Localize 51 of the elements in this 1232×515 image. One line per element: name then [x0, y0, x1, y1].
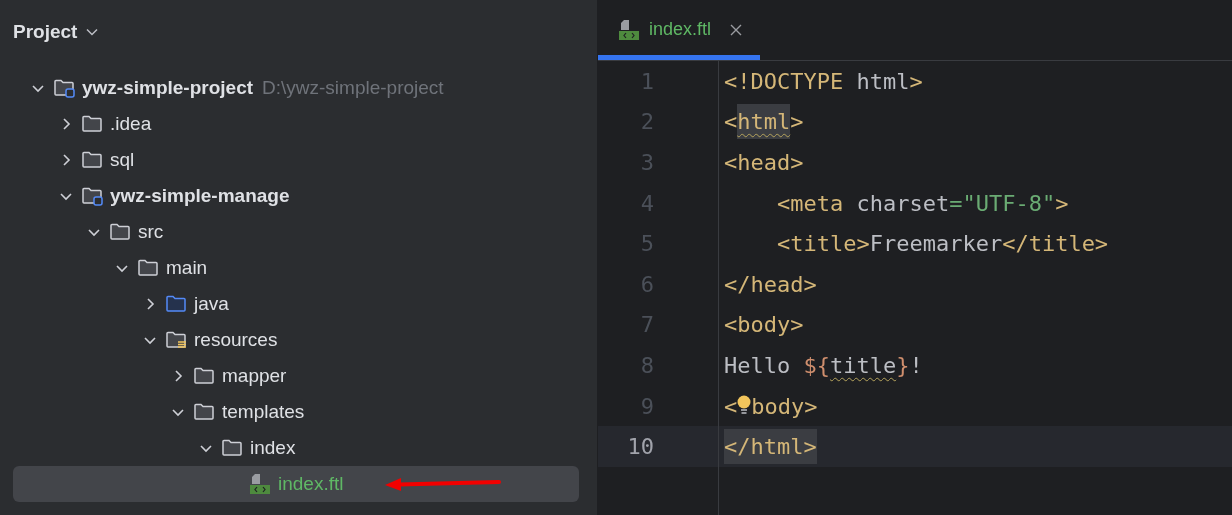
resources-folder-icon: [165, 329, 187, 351]
tree-item[interactable]: index: [13, 430, 579, 466]
folder-icon: [109, 221, 131, 243]
code-line: </head>: [724, 270, 817, 299]
item-label: index.ftl: [278, 473, 344, 495]
tree-item[interactable]: ywz-simple-manage: [13, 178, 579, 214]
item-label: main: [166, 257, 208, 279]
module-folder-icon: [53, 77, 75, 99]
path-hint: D:\ywz-simple-project: [262, 77, 444, 99]
code-line: <head>: [724, 149, 804, 177]
tree-item[interactable]: resources: [13, 322, 579, 358]
file-icon: [249, 473, 271, 495]
tree-item[interactable]: sql: [13, 142, 579, 178]
chevron-down-icon[interactable]: [86, 28, 99, 36]
item-label: resources: [194, 329, 278, 351]
item-label: mapper: [222, 365, 287, 387]
panel-title[interactable]: Project: [13, 21, 78, 43]
close-icon[interactable]: [730, 23, 743, 36]
item-label: src: [138, 221, 164, 243]
tree-item[interactable]: index.ftl: [13, 466, 579, 502]
tree-item[interactable]: mapper: [13, 358, 579, 394]
tree-item[interactable]: .idea: [13, 106, 579, 142]
folder-icon: [193, 401, 215, 423]
item-label: ywz-simple-manage: [110, 185, 290, 207]
item-label: templates: [222, 401, 305, 423]
folder-icon: [81, 149, 103, 171]
code-line: <!DOCTYPE html>: [724, 67, 923, 96]
tree-item[interactable]: templates: [13, 394, 579, 430]
editor-tab[interactable]: index.ftl: [598, 0, 761, 60]
item-label: .idea: [110, 113, 152, 135]
folder-icon: [165, 293, 187, 315]
code-line: <meta charset="UTF-8">: [776, 189, 1069, 218]
tree-item[interactable]: ywz-simple-project D:\ywz-simple-project: [13, 70, 579, 106]
item-label: sql: [110, 149, 135, 171]
item-label: index: [250, 437, 296, 459]
folder-icon: [193, 365, 215, 387]
line-number: 10: [626, 434, 654, 460]
code-line: < body>: [724, 392, 818, 421]
item-label: ywz-simple-project: [82, 77, 254, 99]
code-line: <title>Freemarker</title>: [776, 230, 1109, 259]
item-label: java: [194, 293, 229, 315]
file-icon: [618, 18, 640, 41]
code-line: Hello ${title}!: [724, 351, 923, 380]
tree-item[interactable]: src: [13, 214, 579, 250]
folder-icon: [221, 437, 243, 459]
tree-item[interactable]: main: [13, 250, 579, 286]
module-folder-icon: [81, 185, 103, 207]
folder-icon: [137, 257, 159, 279]
code-line: <body>: [724, 311, 804, 340]
tree-item[interactable]: java: [13, 286, 579, 322]
folder-icon: [81, 113, 103, 135]
